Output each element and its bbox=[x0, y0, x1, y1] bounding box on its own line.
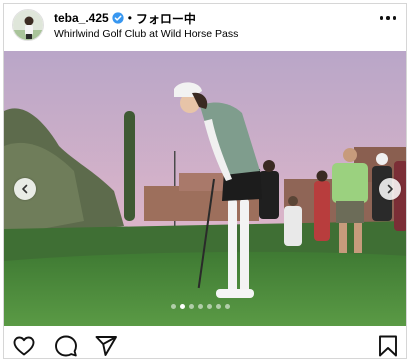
comment-bubble-icon[interactable] bbox=[54, 334, 78, 358]
separator-dot: • bbox=[127, 11, 132, 25]
carousel-indicator bbox=[171, 304, 230, 309]
more-options-icon[interactable] bbox=[379, 16, 396, 20]
verified-badge-icon bbox=[112, 12, 124, 24]
paper-plane-icon[interactable] bbox=[94, 334, 118, 358]
following-button[interactable]: フォロー中 bbox=[136, 10, 196, 27]
carousel-prev-button[interactable] bbox=[14, 178, 36, 200]
carousel-dot bbox=[207, 304, 212, 309]
chevron-right-icon bbox=[387, 184, 393, 194]
carousel-next-button[interactable] bbox=[379, 178, 401, 200]
avatar[interactable] bbox=[12, 9, 44, 41]
action-bar bbox=[4, 326, 406, 358]
golf-scene-image bbox=[4, 51, 406, 326]
post-header: teba_.425 • フォロー中 Whirlwind Golf Club at… bbox=[4, 4, 406, 48]
carousel-dot bbox=[180, 304, 185, 309]
carousel-dot bbox=[216, 304, 221, 309]
location-link[interactable]: Whirlwind Golf Club at Wild Horse Pass bbox=[54, 28, 238, 40]
post-card: teba_.425 • フォロー中 Whirlwind Golf Club at… bbox=[3, 3, 407, 359]
chevron-left-icon bbox=[22, 184, 28, 194]
carousel-dot bbox=[198, 304, 203, 309]
user-row: teba_.425 • フォロー中 bbox=[54, 10, 196, 26]
bookmark-icon[interactable] bbox=[376, 334, 400, 358]
carousel-dot bbox=[189, 304, 194, 309]
heart-icon[interactable] bbox=[12, 334, 36, 358]
carousel-dot bbox=[171, 304, 176, 309]
post-photo bbox=[4, 51, 406, 326]
username[interactable]: teba_.425 bbox=[54, 11, 109, 25]
carousel-dot bbox=[225, 304, 230, 309]
